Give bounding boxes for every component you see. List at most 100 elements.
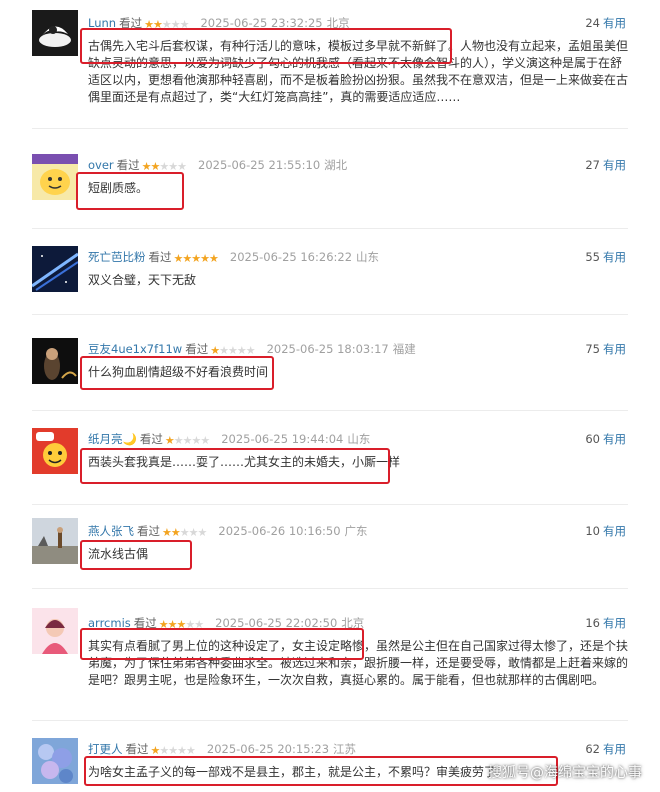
username-link[interactable]: over	[88, 158, 114, 172]
comment-location: 山东	[347, 432, 371, 446]
vote-count[interactable]: 75 有用	[585, 340, 626, 358]
watched-status: 看过	[133, 616, 157, 630]
star-icon: ★	[141, 160, 152, 173]
star-icon: ★	[168, 744, 178, 757]
comment-location: 北京	[341, 616, 365, 630]
star-icon: ★	[144, 18, 154, 31]
vote-number: 10	[585, 524, 600, 538]
star-icon: ★	[194, 618, 204, 631]
vote-count[interactable]: 16 有用	[585, 614, 626, 632]
star-icon: ★	[236, 344, 247, 357]
rating-stars: ★★★★★	[144, 16, 190, 34]
star-icon: ★	[188, 526, 199, 539]
star-icon: ★	[158, 618, 169, 631]
star-icon: ★	[179, 18, 190, 31]
vote-count[interactable]: 10 有用	[585, 522, 626, 540]
comment-time: 2025-06-25 18:03:17	[266, 342, 389, 356]
rating-stars: ★★★★★	[210, 342, 256, 360]
star-icon: ★	[200, 252, 210, 265]
useful-button[interactable]: 有用	[603, 432, 626, 446]
vote-count[interactable]: 27 有用	[585, 156, 626, 174]
avatar[interactable]	[32, 428, 78, 474]
vote-number: 27	[585, 158, 600, 172]
star-icon: ★	[186, 744, 196, 757]
star-icon: ★	[191, 252, 201, 265]
divider	[32, 228, 628, 229]
watched-status: 看过	[116, 158, 140, 172]
star-icon: ★	[161, 18, 172, 31]
watched-status: 看过	[148, 250, 172, 264]
star-icon: ★	[210, 344, 220, 357]
divider	[32, 410, 628, 411]
username-link[interactable]: 豆友4ue1x7f11w	[88, 342, 182, 356]
comment-meta: 豆友4ue1x7f11w 看过 ★★★★★ 2025-06-25 18:03:17 福建	[88, 340, 416, 358]
vote-count[interactable]: 55 有用	[585, 248, 626, 266]
star-icon: ★	[185, 618, 195, 631]
vote-number: 55	[585, 250, 600, 264]
watched-status: 看过	[137, 524, 160, 538]
divider	[32, 720, 628, 721]
star-icon: ★	[164, 434, 175, 447]
star-icon: ★	[177, 160, 187, 173]
divider	[32, 504, 628, 505]
comment-meta: Lunn 看过 ★★★★★ 2025-06-25 23:32:25 北京	[88, 14, 350, 32]
comment-location: 江苏	[333, 742, 357, 756]
comment-meta: 纸月亮🌙 看过 ★★★★★ 2025-06-25 19:44:04 山东	[88, 430, 370, 448]
avatar[interactable]	[32, 10, 78, 56]
comment-meta: 燕人张飞 看过 ★★★★★ 2025-06-26 10:16:50 广东	[88, 522, 368, 540]
comment-location: 福建	[392, 342, 416, 356]
useful-button[interactable]: 有用	[603, 616, 626, 630]
comment-time: 2025-06-25 20:15:23	[206, 742, 330, 756]
star-icon: ★	[227, 344, 238, 357]
comment-time: 2025-06-26 10:16:50	[218, 524, 341, 538]
comment-location: 山东	[356, 250, 380, 264]
star-icon: ★	[168, 160, 178, 173]
avatar[interactable]	[32, 246, 78, 292]
vote-count[interactable]: 62 有用	[585, 740, 626, 758]
watched-status: 看过	[125, 742, 149, 756]
avatar[interactable]	[32, 338, 78, 384]
comment-location: 湖北	[324, 158, 348, 172]
comment-location: 北京	[326, 16, 350, 30]
username-link[interactable]: arrcmis	[88, 616, 131, 630]
divider	[32, 128, 628, 129]
avatar[interactable]	[32, 154, 78, 200]
useful-button[interactable]: 有用	[603, 524, 626, 538]
useful-button[interactable]: 有用	[603, 250, 626, 264]
vote-count[interactable]: 60 有用	[585, 430, 626, 448]
useful-button[interactable]: 有用	[603, 158, 626, 172]
rating-stars: ★★★★★	[162, 524, 207, 542]
username-link[interactable]: 燕人张飞	[88, 524, 134, 538]
star-icon: ★	[177, 744, 187, 757]
username-link[interactable]: 死亡芭比粉	[88, 250, 146, 264]
star-icon: ★	[191, 434, 201, 447]
avatar[interactable]	[32, 518, 78, 564]
divider	[32, 314, 628, 315]
star-icon: ★	[152, 18, 163, 31]
comment-text: 短剧质感。	[88, 181, 149, 195]
star-icon: ★	[159, 744, 169, 757]
comment-text: 双义合璧，天下无敌	[88, 273, 197, 287]
rating-stars: ★★★★★	[174, 250, 219, 268]
username-link[interactable]: 纸月亮🌙	[88, 432, 137, 446]
username-link[interactable]: 打更人	[88, 742, 123, 756]
comment-text: 古偶先入宅斗后套权谋，有种行活儿的意味，模板过多早就不新鲜了。人物也没有立起来，…	[88, 39, 629, 104]
useful-button[interactable]: 有用	[603, 16, 626, 30]
rating-stars: ★★★★★	[151, 742, 196, 760]
comment-meta: arrcmis 看过 ★★★★★ 2025-06-25 22:02:50 北京	[88, 614, 364, 632]
watched-status: 看过	[119, 16, 143, 30]
vote-number: 24	[585, 16, 600, 30]
avatar[interactable]	[32, 738, 78, 784]
vote-count[interactable]: 24 有用	[585, 14, 626, 32]
useful-button[interactable]: 有用	[603, 742, 626, 756]
vote-number: 62	[585, 742, 600, 756]
avatar[interactable]	[32, 608, 78, 654]
useful-button[interactable]: 有用	[603, 342, 626, 356]
comment-meta: 死亡芭比粉 看过 ★★★★★ 2025-06-25 16:26:22 山东	[88, 248, 379, 266]
star-icon: ★	[173, 434, 184, 447]
rating-stars: ★★★★★	[158, 616, 204, 634]
star-icon: ★	[167, 618, 178, 631]
username-link[interactable]: Lunn	[88, 16, 116, 30]
star-icon: ★	[245, 344, 256, 357]
star-icon: ★	[200, 434, 210, 447]
